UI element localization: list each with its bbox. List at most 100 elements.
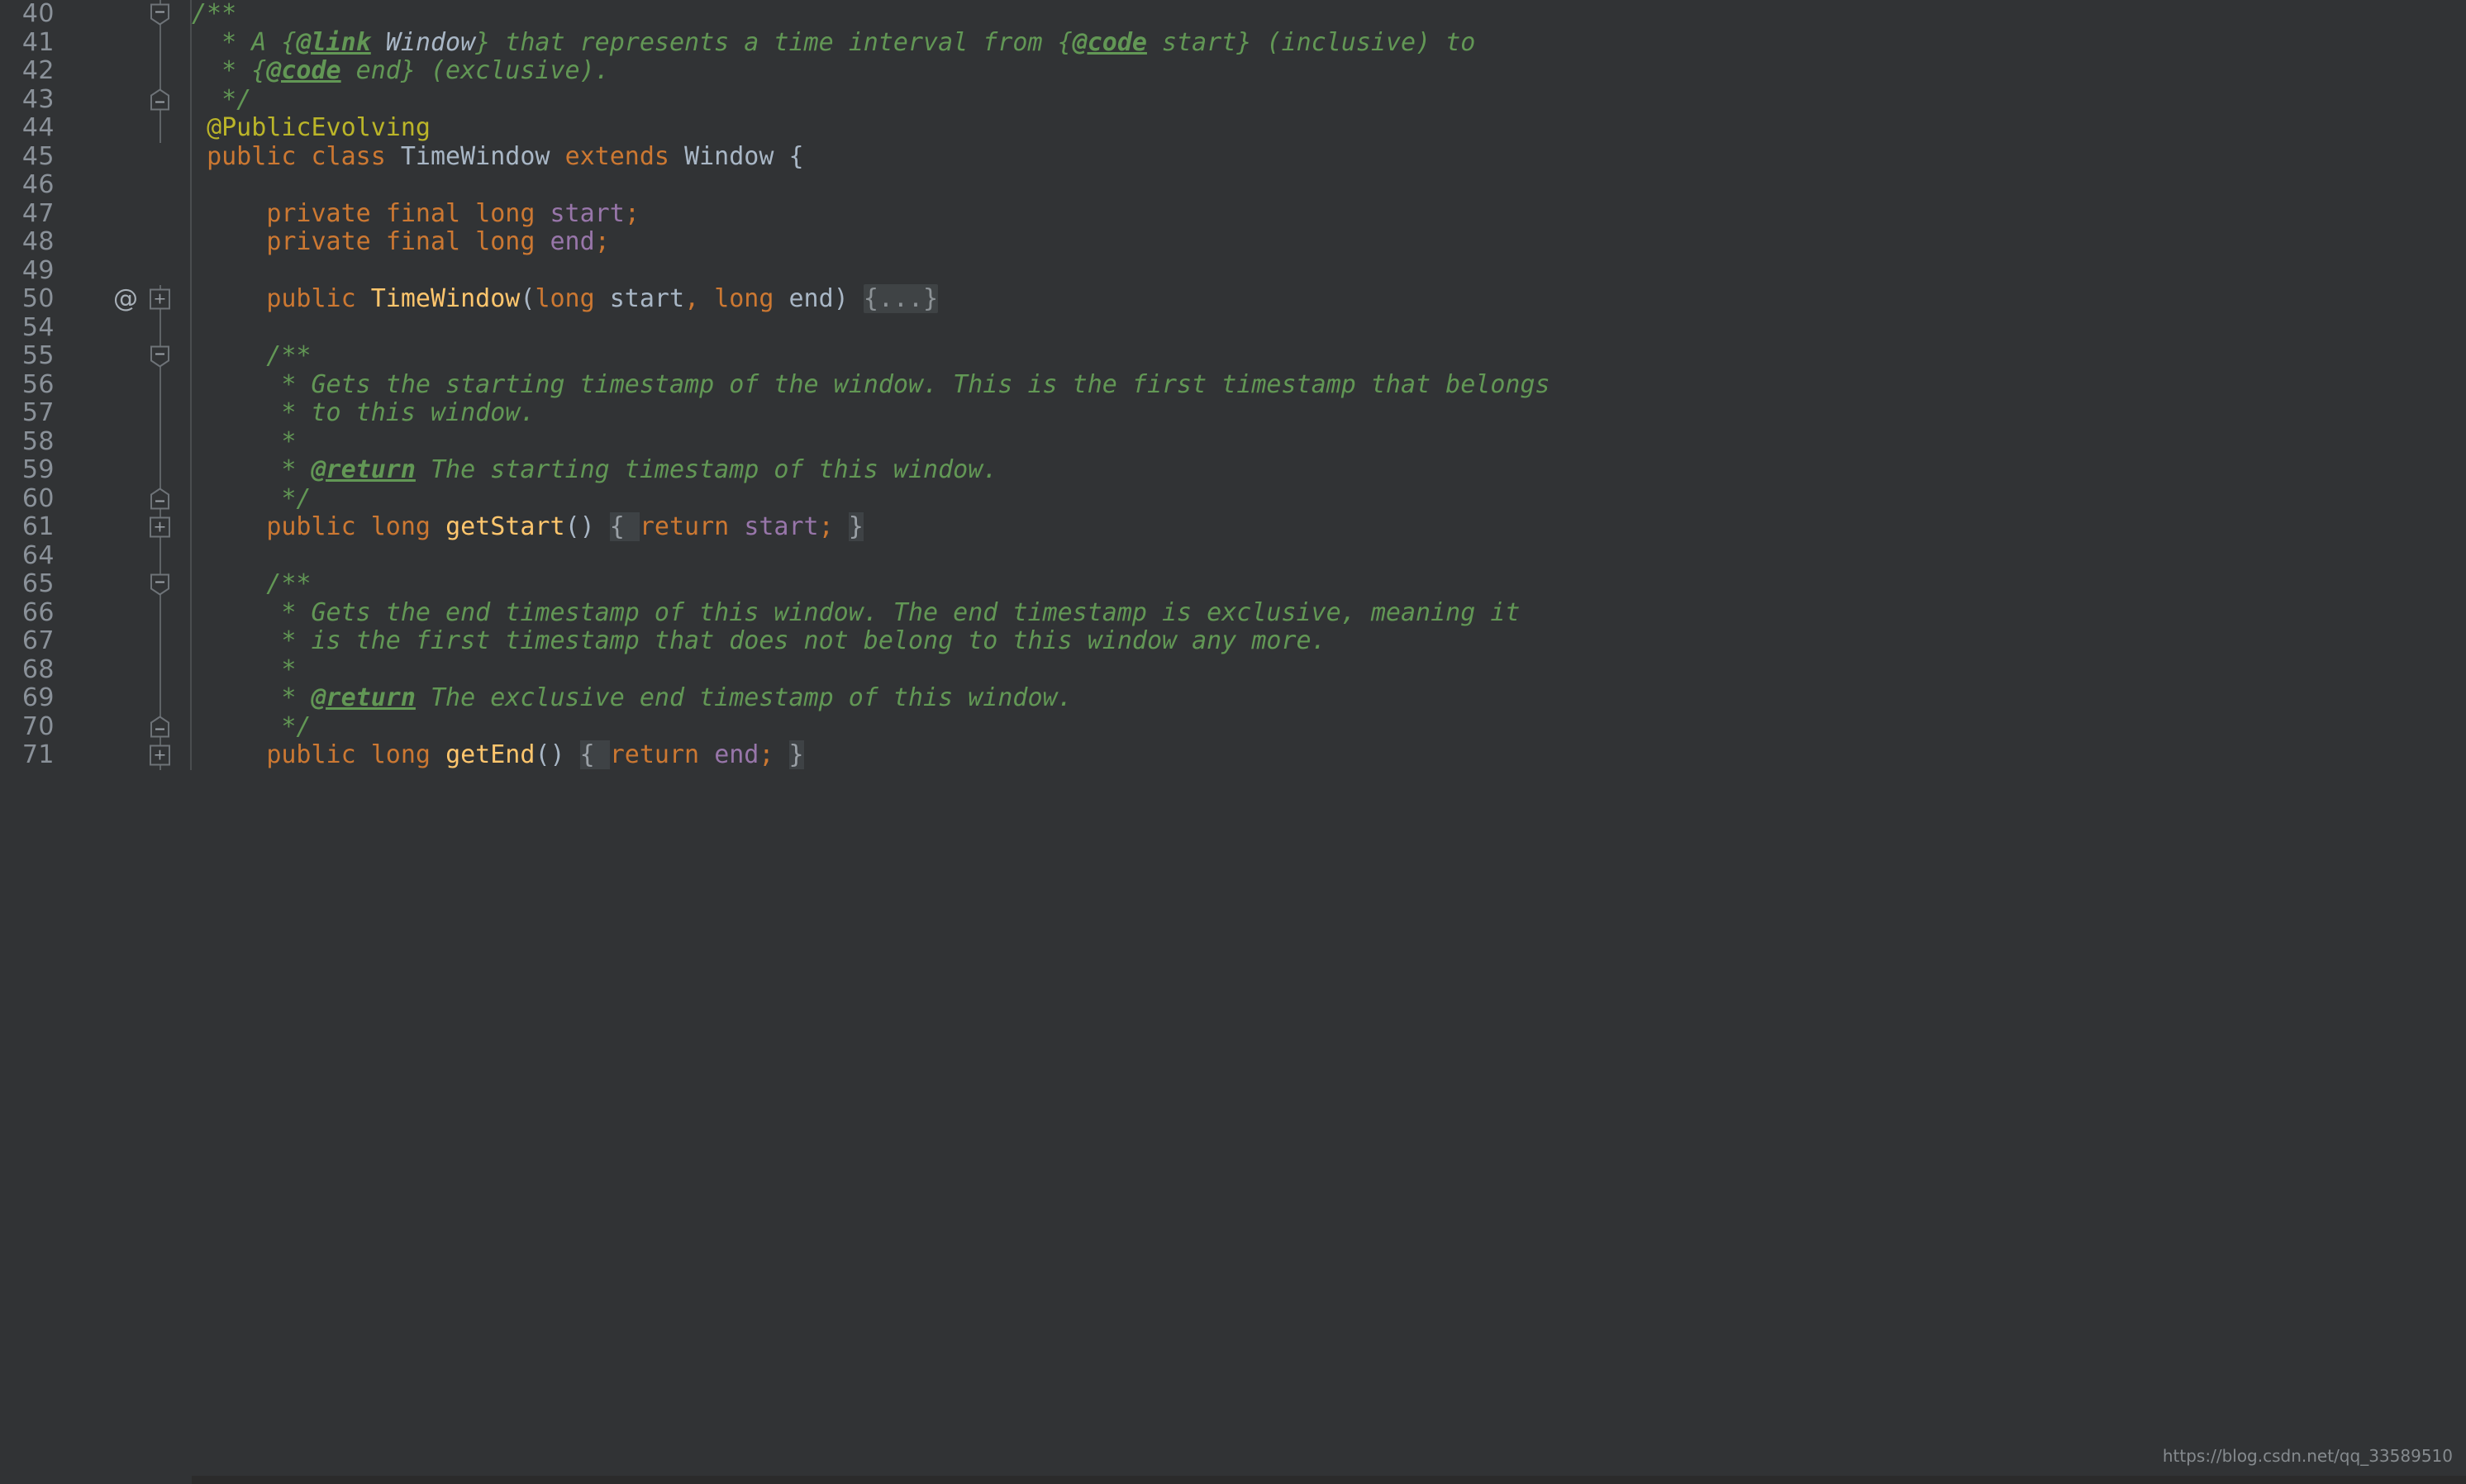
code-token: start: [550, 198, 625, 228]
code-line-text[interactable]: */: [192, 712, 2466, 742]
editor-gutter[interactable]: 68: [0, 655, 192, 684]
code-line[interactable]: 67 * is the first timestamp that does no…: [0, 626, 2466, 656]
editor-gutter[interactable]: 69: [0, 683, 192, 713]
editor-gutter[interactable]: 44: [0, 113, 192, 143]
code-line-text[interactable]: /**: [192, 341, 2466, 371]
code-line[interactable]: 66 * Gets the end timestamp of this wind…: [0, 598, 2466, 628]
editor-gutter[interactable]: 56: [0, 370, 192, 399]
editor-gutter[interactable]: 67: [0, 626, 192, 656]
code-token: }: [788, 740, 804, 769]
editor-gutter[interactable]: 55: [0, 341, 192, 371]
editor-gutter[interactable]: 40: [0, 0, 192, 29]
editor-gutter[interactable]: 70: [0, 712, 192, 741]
editor-gutter[interactable]: 54: [0, 313, 192, 342]
code-line-text[interactable]: private final long start;: [192, 198, 2466, 229]
fold-collapse-end-icon[interactable]: [149, 488, 171, 510]
code-line[interactable]: 64: [0, 541, 2466, 571]
code-line-text[interactable]: * {@code end} (exclusive).: [192, 56, 2466, 86]
code-line[interactable]: 45 public class TimeWindow extends Windo…: [0, 142, 2466, 172]
code-line[interactable]: 42 * {@code end} (exclusive).: [0, 56, 2466, 86]
code-line-text[interactable]: /**: [192, 569, 2466, 599]
code-line[interactable]: 44 @PublicEvolving: [0, 113, 2466, 143]
code-line[interactable]: 43 */: [0, 85, 2466, 115]
code-line[interactable]: 57 * to this window.: [0, 398, 2466, 428]
code-line-text[interactable]: [192, 542, 2466, 571]
code-line-text[interactable]: private final long end;: [192, 227, 2466, 257]
code-line[interactable]: 60 */: [0, 484, 2466, 514]
editor-gutter[interactable]: 46: [0, 170, 192, 200]
editor-gutter[interactable]: 60: [0, 484, 192, 513]
code-line-text[interactable]: [192, 171, 2466, 200]
editor-gutter[interactable]: 41: [0, 28, 192, 57]
code-line-text[interactable]: * Gets the starting timestamp of the win…: [192, 370, 2466, 400]
fold-expand-icon[interactable]: +: [150, 288, 170, 310]
fold-expand-icon[interactable]: +: [150, 516, 170, 538]
code-line[interactable]: 41 * A {@link Window} that represents a …: [0, 27, 2466, 58]
editor-gutter[interactable]: 61 +: [0, 512, 192, 542]
editor-gutter[interactable]: 42: [0, 56, 192, 86]
code-line-text[interactable]: * A {@link Window} that represents a tim…: [192, 27, 2466, 58]
code-line-text[interactable]: * @return The starting timestamp of this…: [192, 455, 2466, 485]
code-line-text[interactable]: *: [192, 427, 2466, 457]
code-line[interactable]: 70 */: [0, 712, 2466, 742]
code-line[interactable]: 71 + public long getEnd() { return end; }: [0, 740, 2466, 770]
editor-gutter[interactable]: 66: [0, 598, 192, 627]
fold-collapse-start-icon[interactable]: [149, 573, 171, 596]
code-line[interactable]: 55 /**: [0, 341, 2466, 371]
annotation-gutter-icon[interactable]: @: [112, 284, 140, 314]
editor-gutter[interactable]: 65: [0, 569, 192, 599]
code-line-text[interactable]: public long getEnd() { return end; }: [192, 740, 2466, 770]
code-token: @code: [1072, 27, 1147, 57]
code-line[interactable]: 58 *: [0, 427, 2466, 457]
code-line-text[interactable]: * @return The exclusive end timestamp of…: [192, 683, 2466, 713]
editor-gutter[interactable]: 64: [0, 541, 192, 570]
editor-gutter[interactable]: 50 @ +: [0, 284, 192, 314]
code-line[interactable]: 50 @ + public TimeWindow(long start, long …: [0, 284, 2466, 314]
editor-gutter[interactable]: 45: [0, 142, 192, 171]
fold-collapse-start-icon[interactable]: [149, 345, 171, 368]
code-line[interactable]: 59 * @return The starting timestamp of t…: [0, 455, 2466, 485]
code-line-text[interactable]: @PublicEvolving: [192, 113, 2466, 143]
editor-gutter[interactable]: 59: [0, 455, 192, 485]
editor-gutter[interactable]: 43: [0, 85, 192, 114]
code-line-text[interactable]: * to this window.: [192, 398, 2466, 428]
fold-collapse-start-icon[interactable]: [149, 3, 171, 26]
code-line[interactable]: 46: [0, 170, 2466, 200]
code-line[interactable]: 48 private final long end;: [0, 227, 2466, 257]
editor-gutter[interactable]: 71 +: [0, 740, 192, 770]
editor-gutter[interactable]: 57: [0, 398, 192, 428]
code-line-text[interactable]: public class TimeWindow extends Window {: [192, 142, 2466, 172]
editor-gutter[interactable]: 49: [0, 256, 192, 285]
fold-expand-icon[interactable]: +: [150, 744, 170, 766]
code-line[interactable]: 68 *: [0, 655, 2466, 685]
code-line-text[interactable]: * is the first timestamp that does not b…: [192, 626, 2466, 656]
fold-collapse-end-icon[interactable]: [149, 716, 171, 738]
code-line[interactable]: 61 + public long getStart() { return star…: [0, 512, 2466, 542]
editor-gutter[interactable]: 58: [0, 427, 192, 456]
code-line-text[interactable]: */: [192, 484, 2466, 514]
editor-gutter[interactable]: 47: [0, 199, 192, 228]
code-line[interactable]: 40 /**: [0, 0, 2466, 29]
gutter-separator: [190, 85, 192, 114]
code-line[interactable]: 56 * Gets the starting timestamp of the …: [0, 370, 2466, 400]
editor-lines[interactable]: 40/** 41 * A {@link Window} that represen…: [0, 0, 2466, 770]
code-line[interactable]: 49: [0, 256, 2466, 286]
code-line-text[interactable]: public TimeWindow(long start, long end) …: [192, 284, 2466, 314]
code-line-text[interactable]: /**: [192, 0, 2466, 29]
code-line[interactable]: 69 * @return The exclusive end timestamp…: [0, 683, 2466, 713]
code-line-text[interactable]: [192, 314, 2466, 343]
code-line-text[interactable]: * Gets the end timestamp of this window.…: [192, 598, 2466, 628]
editor-code-area[interactable]: 40/** 41 * A {@link Window} that represen…: [0, 0, 2466, 1484]
code-line[interactable]: 54: [0, 313, 2466, 343]
gutter-separator: [190, 399, 192, 428]
code-line-text[interactable]: */: [192, 85, 2466, 115]
editor-gutter[interactable]: 48: [0, 227, 192, 257]
code-line[interactable]: 65 /**: [0, 569, 2466, 599]
code-line[interactable]: 47 private final long start;: [0, 198, 2466, 229]
code-line-text[interactable]: public long getStart() { return start; }: [192, 512, 2466, 542]
fold-collapse-end-icon[interactable]: [149, 88, 171, 111]
code-token: public: [266, 284, 356, 313]
code-line-text[interactable]: *: [192, 655, 2466, 685]
gutter-separator: [190, 256, 192, 285]
code-line-text[interactable]: [192, 257, 2466, 286]
